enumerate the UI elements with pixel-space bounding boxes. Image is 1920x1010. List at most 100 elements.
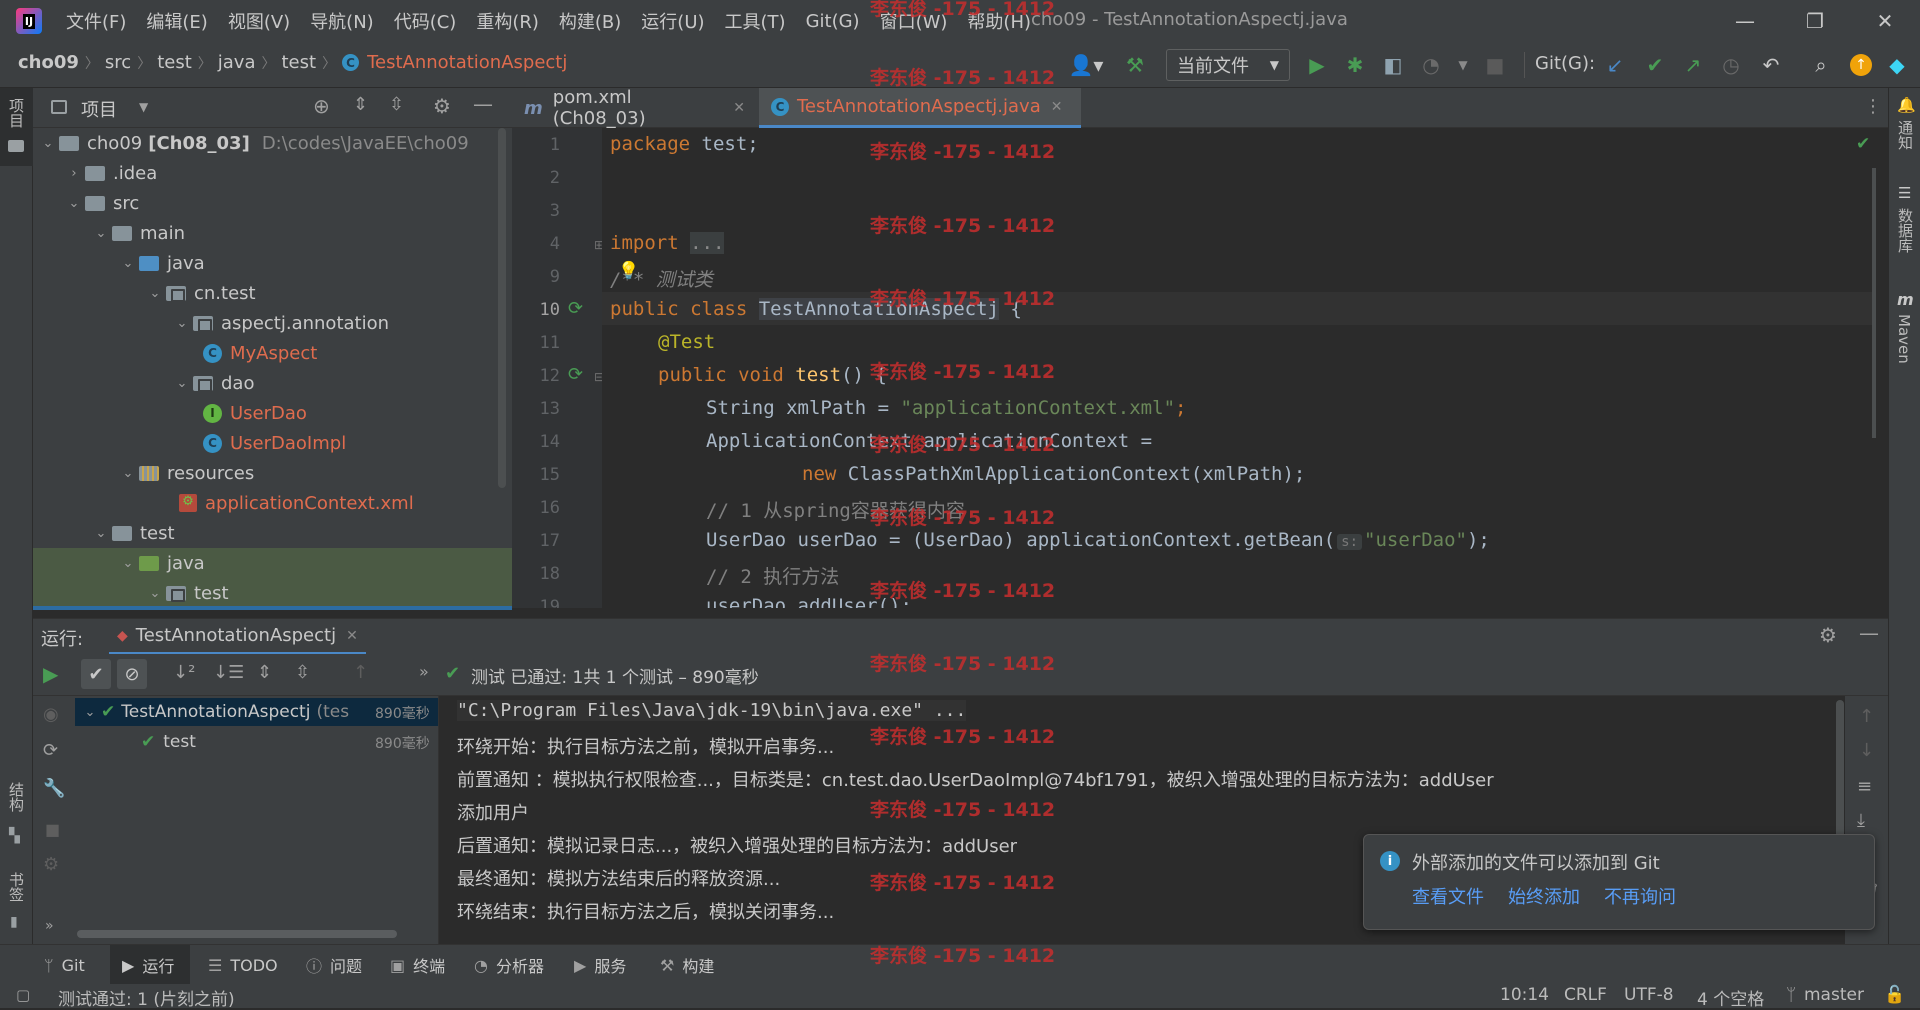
file-encoding[interactable]: UTF-8	[1624, 985, 1674, 1005]
close-window-button[interactable]: ✕	[1850, 0, 1920, 42]
bottom-tab-profiler[interactable]: ◔ 分析器	[474, 945, 544, 985]
more-run-dropdown-icon[interactable]: ▼	[1448, 50, 1478, 80]
menu-build[interactable]: 构建(B)	[549, 0, 631, 42]
menu-run[interactable]: 运行(U)	[631, 0, 714, 42]
always-add-link[interactable]: 始终添加	[1508, 883, 1580, 909]
bottom-tab-git[interactable]: ᛘ Git	[44, 945, 85, 985]
rerun-failed-icon[interactable]: ⟳	[43, 740, 58, 761]
update-icon[interactable]: ↑	[1846, 50, 1876, 80]
chevron-down-icon[interactable]: ▼	[139, 100, 148, 114]
menu-tools[interactable]: 工具(T)	[715, 0, 796, 42]
tree-item-cn-test[interactable]: ⌄ cn.test	[144, 278, 256, 308]
tree-item-resources[interactable]: ⌄ resources	[117, 458, 255, 488]
locate-icon[interactable]: ⊕	[313, 94, 330, 118]
scroll-down-icon[interactable]: ↓	[1859, 740, 1874, 761]
database-tool-button[interactable]: ☰ 数据库	[1889, 184, 1920, 284]
editor-scrollbar[interactable]	[1872, 168, 1876, 438]
breadcrumb-package[interactable]: test	[277, 52, 320, 73]
settings-gear-icon[interactable]: ⚙	[1819, 623, 1837, 647]
tree-item-main[interactable]: ⌄ main	[90, 218, 185, 248]
soft-wrap-icon[interactable]: ≡	[1857, 776, 1872, 797]
notifications-tool-button[interactable]: 🔔 通知	[1889, 96, 1920, 166]
lightbulb-icon[interactable]: 💡	[618, 261, 639, 281]
previous-failed-icon[interactable]: ↑	[353, 662, 368, 683]
no-problems-check-icon[interactable]: ✔	[1856, 134, 1870, 154]
code-editor[interactable]: package test; import ... /** 测试类 💡 publi…	[602, 128, 1876, 608]
structure-tool-button[interactable]: 结构 ▚	[0, 778, 33, 858]
expand-all-icon[interactable]: ⇕	[257, 662, 272, 683]
menu-git[interactable]: Git(G)	[796, 0, 870, 42]
plugin-icon[interactable]: ◆	[1882, 50, 1912, 80]
lock-icon[interactable]: 🔓	[1884, 985, 1905, 1005]
tree-item-test-java[interactable]: ⌄ java	[117, 548, 205, 578]
settings-gear-icon[interactable]: ⚙	[43, 854, 59, 875]
settings-gear-icon[interactable]: ⚙	[433, 94, 451, 118]
expand-all-icon[interactable]: ⇕	[353, 94, 368, 115]
toggle-tool-windows-icon[interactable]: ▢	[16, 986, 30, 1004]
bottom-tab-todo[interactable]: ☰ TODO	[208, 945, 278, 985]
more-icon[interactable]: »	[45, 918, 54, 934]
close-icon[interactable]: ✕	[346, 628, 358, 644]
bookmarks-tool-button[interactable]: 书签 ▮	[0, 868, 33, 938]
breadcrumb-java[interactable]: java	[214, 52, 260, 73]
git-branch[interactable]: master	[1804, 985, 1864, 1005]
view-files-link[interactable]: 查看文件	[1412, 883, 1484, 909]
stop-icon[interactable]: ■	[45, 820, 60, 839]
restore-button[interactable]: ❐	[1780, 0, 1850, 42]
show-passed-toggle-icon[interactable]: ✔	[81, 659, 111, 689]
minimize-button[interactable]: —	[1710, 0, 1780, 42]
run-tab[interactable]: ◆ TestAnnotationAspectj ✕	[109, 619, 366, 655]
tree-item-src[interactable]: ⌄ src	[63, 188, 140, 218]
project-tool-button[interactable]: 项目	[0, 88, 33, 166]
panel-divider[interactable]	[33, 606, 512, 610]
indent-setting[interactable]: 4 个空格	[1697, 985, 1764, 1010]
menu-refactor[interactable]: 重构(R)	[466, 0, 549, 42]
app-logo-icon[interactable]: IJ	[16, 8, 42, 34]
bottom-tab-run[interactable]: ▶ 运行	[110, 945, 190, 985]
rollback-icon[interactable]: ↶	[1756, 50, 1786, 80]
tree-item-myaspect[interactable]: C MyAspect	[203, 338, 317, 368]
more-options-icon[interactable]: ⋮	[1864, 96, 1882, 117]
maven-tool-button[interactable]: m Maven	[1889, 290, 1920, 390]
menu-code[interactable]: 代码(C)	[384, 0, 467, 42]
dont-ask-link[interactable]: 不再询问	[1604, 883, 1676, 909]
collapse-all-icon[interactable]: ⇳	[295, 662, 310, 683]
tree-h-scrollbar[interactable]	[77, 930, 397, 938]
debug-icon[interactable]: ✱	[1340, 50, 1370, 80]
wrench-icon[interactable]: 🔧	[43, 778, 65, 799]
scroll-up-icon[interactable]: ↑	[1859, 706, 1874, 727]
folded-imports[interactable]: ...	[690, 232, 725, 254]
profile-icon[interactable]: ◔	[1416, 50, 1446, 80]
hide-panel-icon[interactable]: —	[473, 92, 493, 116]
run-config-select[interactable]: 当前文件 ▼	[1166, 49, 1290, 81]
build-hammer-icon[interactable]: ⚒	[1120, 50, 1150, 80]
test-suite-row[interactable]: ⌄ ✔ TestAnnotationAspectj (tes	[79, 696, 350, 728]
close-icon[interactable]: ✕	[733, 100, 745, 116]
bottom-tab-build[interactable]: ⚒ 构建	[660, 945, 714, 985]
tree-item-dao[interactable]: ⌄ dao	[171, 368, 255, 398]
run-icon[interactable]: ▶	[1302, 50, 1332, 80]
stop-icon[interactable]: ■	[1480, 50, 1510, 80]
run-test-gutter-icon[interactable]: ⟳	[568, 364, 583, 385]
tree-item-userdao[interactable]: I UserDao	[203, 398, 307, 428]
git-push-icon[interactable]: ↗	[1678, 50, 1708, 80]
test-case-row[interactable]: ✔ test	[141, 726, 196, 758]
scroll-to-end-icon[interactable]: ⤓	[1857, 810, 1865, 831]
menu-navigate[interactable]: 导航(N)	[300, 0, 384, 42]
search-icon[interactable]: ⌕	[1806, 50, 1836, 80]
user-icon[interactable]: 👤▾	[1066, 50, 1106, 80]
menu-file[interactable]: 文件(F)	[56, 0, 136, 42]
show-ignored-toggle-icon[interactable]: ⊘	[117, 659, 147, 689]
bottom-tab-problems[interactable]: ⓘ 问题	[306, 945, 362, 985]
toggle-auto-test-icon[interactable]: ◉	[43, 704, 59, 725]
tree-item-userdaoimpl[interactable]: C UserDaoImpl	[203, 428, 346, 458]
caret-position[interactable]: 10:14	[1500, 985, 1549, 1005]
sort-duration-icon[interactable]: ↓☰	[213, 662, 244, 683]
git-history-icon[interactable]: ◷	[1716, 50, 1746, 80]
hide-panel-icon[interactable]: —	[1859, 621, 1879, 645]
tree-item-applicationcontext[interactable]: ⚙ applicationContext.xml	[179, 488, 414, 518]
more-actions-icon[interactable]: »	[419, 662, 429, 681]
tree-item-test-package[interactable]: ⌄ test	[144, 578, 229, 608]
coverage-icon[interactable]: ◧	[1378, 50, 1408, 80]
breadcrumb-class[interactable]: TestAnnotationAspectj	[363, 52, 571, 73]
